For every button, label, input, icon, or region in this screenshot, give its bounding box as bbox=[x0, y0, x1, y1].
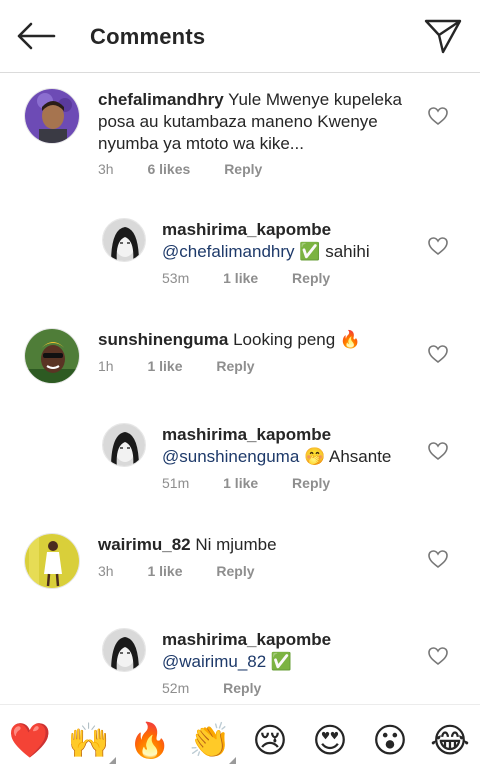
reply-button[interactable]: Reply bbox=[216, 358, 254, 374]
comment-meta: 1h 1 like Reply bbox=[98, 358, 285, 374]
comment-text: mashirima_kapombe @chefalimandhry ✅ sahi… bbox=[162, 219, 412, 263]
comment-text: mashirima_kapombe @sunshinenguma 🤭 Ahsan… bbox=[162, 424, 412, 468]
comment-text: wairimu_82 Ni mjumbe bbox=[98, 534, 418, 556]
comment-time: 3h bbox=[98, 563, 114, 579]
comment-body: sahihi bbox=[325, 242, 370, 261]
clapping-hands-emoji-button[interactable]: 👏 bbox=[188, 719, 232, 763]
comment-username[interactable]: mashirima_kapombe bbox=[162, 219, 412, 241]
avatar[interactable] bbox=[102, 218, 146, 262]
fire-emoji: 🔥 bbox=[339, 330, 362, 349]
comment-meta: 52m Reply bbox=[162, 680, 291, 696]
check-emoji: ✅ bbox=[270, 652, 293, 671]
back-arrow-icon[interactable] bbox=[14, 18, 58, 54]
heart-icon[interactable] bbox=[427, 549, 449, 569]
heart-icon[interactable] bbox=[427, 106, 449, 126]
crying-face-emoji-button[interactable]: 😢 bbox=[248, 719, 292, 763]
mention-link[interactable]: @wairimu_82 bbox=[162, 652, 266, 671]
comment-meta: 3h 1 like Reply bbox=[98, 563, 285, 579]
check-emoji: ✅ bbox=[299, 242, 321, 261]
reply-item: mashirima_kapombe @sunshinenguma 🤭 Ahsan… bbox=[0, 419, 480, 509]
comment-item: sunshinenguma Looking peng 🔥 1h 1 like R… bbox=[0, 324, 480, 404]
giggle-emoji: 🤭 bbox=[304, 447, 326, 466]
reply-button[interactable]: Reply bbox=[216, 563, 254, 579]
skin-tone-indicator-icon bbox=[109, 757, 116, 764]
reply-button[interactable]: Reply bbox=[292, 270, 330, 286]
comment-text: sunshinenguma Looking peng 🔥 bbox=[98, 329, 418, 351]
surprised-face-emoji-button[interactable]: 😮 bbox=[368, 719, 412, 763]
raised-hands-emoji-button[interactable]: 🙌 bbox=[67, 719, 111, 763]
send-direct-icon[interactable] bbox=[422, 16, 464, 56]
reply-button[interactable]: Reply bbox=[223, 680, 261, 696]
comment-username[interactable]: sunshinenguma bbox=[98, 330, 228, 349]
heart-eyes-emoji-button[interactable]: 😍 bbox=[308, 719, 352, 763]
mention-link[interactable]: @chefalimandhry bbox=[162, 242, 295, 261]
heart-icon[interactable] bbox=[427, 344, 449, 364]
likes-count[interactable]: 1 like bbox=[223, 475, 258, 491]
comment-time: 52m bbox=[162, 680, 190, 696]
fire-emoji-button[interactable]: 🔥 bbox=[128, 719, 172, 763]
mention-link[interactable]: @sunshinenguma bbox=[162, 447, 299, 466]
avatar[interactable] bbox=[24, 533, 80, 589]
comment-username[interactable]: chefalimandhry bbox=[98, 90, 224, 109]
comment-body: Ahsante bbox=[329, 447, 392, 466]
skin-tone-indicator-icon bbox=[229, 757, 236, 764]
likes-count[interactable]: 1 like bbox=[147, 563, 182, 579]
likes-count[interactable]: 6 likes bbox=[147, 161, 190, 177]
header-bar: Comments bbox=[0, 0, 480, 73]
heart-icon[interactable] bbox=[427, 236, 449, 256]
comment-text: mashirima_kapombe @wairimu_82 ✅ bbox=[162, 629, 412, 673]
comment-text: chefalimandhry Yule Mwenye kupeleka posa… bbox=[98, 89, 418, 155]
avatar[interactable] bbox=[102, 628, 146, 672]
likes-count[interactable]: 1 like bbox=[223, 270, 258, 286]
heart-icon[interactable] bbox=[427, 646, 449, 666]
comment-meta: 53m 1 like Reply bbox=[162, 270, 360, 286]
reply-item: mashirima_kapombe @wairimu_82 ✅ 52m Repl… bbox=[0, 624, 480, 704]
emoji-reaction-bar: ❤️ 🙌 🔥 👏 😢 😍 😮 😂 bbox=[0, 704, 480, 779]
comment-body: Ni mjumbe bbox=[195, 535, 277, 554]
likes-count[interactable]: 1 like bbox=[147, 358, 182, 374]
heart-icon[interactable] bbox=[427, 441, 449, 461]
comment-time: 51m bbox=[162, 475, 190, 491]
page-title: Comments bbox=[90, 24, 206, 49]
comment-time: 1h bbox=[98, 358, 114, 374]
avatar[interactable] bbox=[24, 328, 80, 384]
comment-username[interactable]: mashirima_kapombe bbox=[162, 424, 412, 446]
reply-button[interactable]: Reply bbox=[292, 475, 330, 491]
tears-of-joy-emoji-button[interactable]: 😂 bbox=[428, 719, 472, 763]
comment-body: Looking peng bbox=[233, 330, 336, 349]
comment-item: chefalimandhry Yule Mwenye kupeleka posa… bbox=[0, 84, 480, 194]
comment-meta: 3h 6 likes Reply bbox=[98, 161, 292, 177]
avatar[interactable] bbox=[102, 423, 146, 467]
comment-meta: 51m 1 like Reply bbox=[162, 475, 360, 491]
red-heart-emoji-button[interactable]: ❤️ bbox=[8, 719, 52, 763]
comment-time: 3h bbox=[98, 161, 114, 177]
comment-username[interactable]: wairimu_82 bbox=[98, 535, 191, 554]
reply-item: mashirima_kapombe @chefalimandhry ✅ sahi… bbox=[0, 214, 480, 304]
comment-username[interactable]: mashirima_kapombe bbox=[162, 629, 412, 651]
avatar[interactable] bbox=[24, 88, 80, 144]
reply-button[interactable]: Reply bbox=[224, 161, 262, 177]
comment-time: 53m bbox=[162, 270, 190, 286]
comment-item: wairimu_82 Ni mjumbe 3h 1 like Reply bbox=[0, 529, 480, 609]
